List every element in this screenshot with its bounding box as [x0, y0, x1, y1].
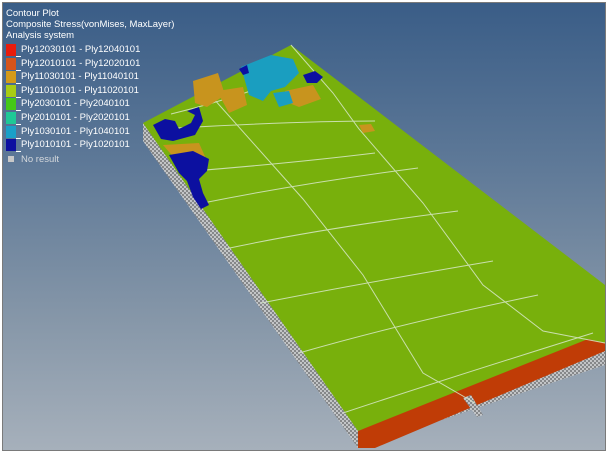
legend-swatch: [6, 84, 16, 97]
legend-item[interactable]: Ply12030101 - Ply12040101: [6, 43, 174, 57]
legend-item-label: Ply12010101 - Ply12020101: [21, 57, 141, 69]
legend-list: Ply12030101 - Ply12040101 Ply12010101 - …: [6, 43, 174, 165]
legend-swatch: [6, 139, 16, 152]
legend-item-label: Ply1010101 - Ply1020101: [21, 139, 130, 151]
legend-swatch: [6, 98, 16, 111]
no-result-swatch: [8, 155, 14, 162]
legend-item[interactable]: Ply1010101 - Ply1020101: [6, 138, 174, 153]
legend-item[interactable]: Ply1030101 - Ply1040101: [6, 125, 174, 139]
legend-subtitle: Composite Stress(vonMises, MaxLayer): [6, 19, 175, 30]
legend-item[interactable]: Ply12010101 - Ply12020101: [6, 57, 174, 71]
legend-item-label: Ply1030101 - Ply1040101: [21, 125, 130, 137]
legend-swatch: [6, 57, 16, 70]
legend-item-label: Ply2030101 - Ply2040101: [21, 98, 130, 110]
legend-system: Analysis system: [6, 30, 75, 41]
legend-item[interactable]: Ply11030101 - Ply11040101: [6, 70, 174, 85]
legend-item-label: Ply11030101 - Ply11040101: [21, 71, 139, 83]
legend-item-label: Ply11010101 - Ply11020101: [21, 84, 139, 96]
contour-legend: Contour Plot Composite Stress(vonMises, …: [6, 8, 174, 165]
legend-item[interactable]: Ply11010101 - Ply11020101: [6, 84, 174, 98]
legend-swatch: [6, 111, 16, 124]
legend-title: Contour Plot: [6, 8, 59, 19]
legend-no-result: No result: [6, 153, 174, 165]
graphics-viewport[interactable]: Contour Plot Composite Stress(vonMises, …: [2, 2, 606, 451]
legend-item-label: Ply12030101 - Ply12040101: [21, 44, 141, 55]
legend-swatch: [6, 71, 16, 84]
legend-swatch: [6, 125, 16, 138]
no-result-label: No result: [21, 153, 60, 165]
legend-swatch: [6, 44, 16, 56]
legend-item-label: Ply2010101 - Ply2020101: [21, 111, 130, 123]
legend-item[interactable]: Ply2010101 - Ply2020101: [6, 111, 174, 125]
legend-item[interactable]: Ply2030101 - Ply2040101: [6, 97, 174, 112]
